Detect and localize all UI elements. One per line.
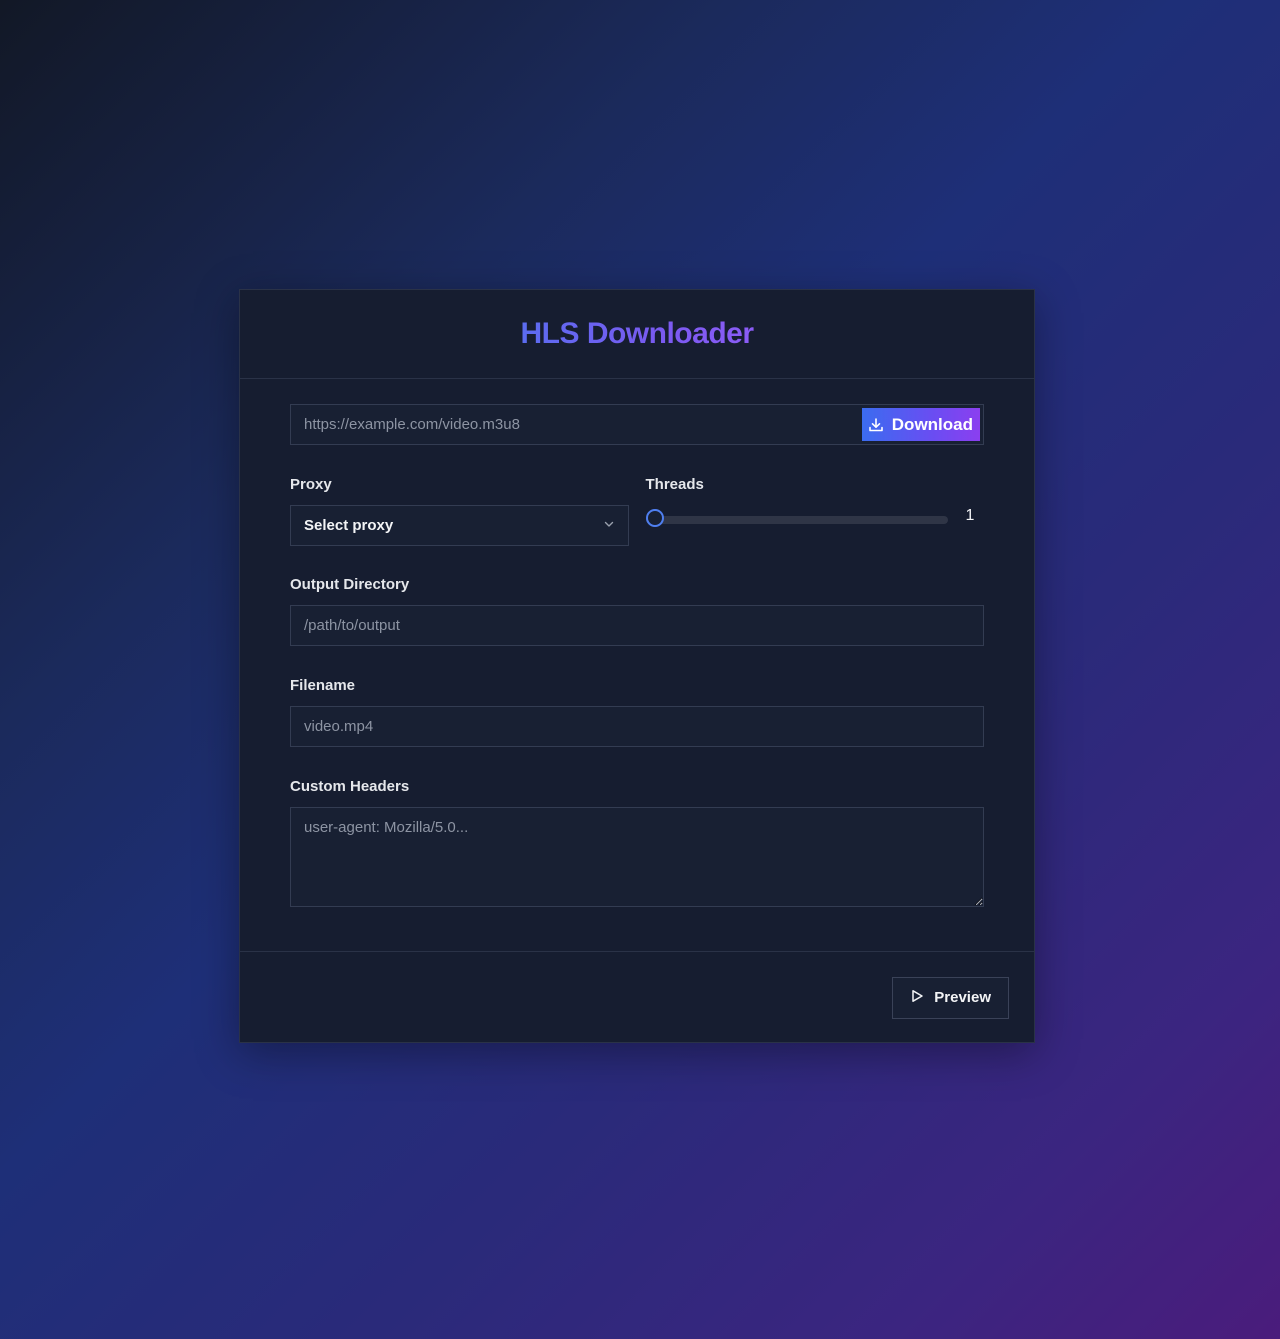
proxy-select[interactable]: Select proxy [290, 505, 629, 546]
output-directory-field: Output Directory [290, 575, 984, 646]
preview-button[interactable]: Preview [892, 976, 1009, 1019]
url-bar: Download [290, 404, 984, 445]
proxy-label: Proxy [290, 476, 332, 493]
download-button-label: Download [891, 414, 973, 434]
card-footer: Preview [240, 952, 1034, 1043]
custom-headers-field: Custom Headers [290, 777, 984, 907]
threads-slider-track[interactable] [645, 516, 948, 524]
filename-label: Filename [290, 677, 356, 694]
url-input[interactable] [291, 405, 862, 444]
threads-slider-thumb[interactable] [645, 509, 664, 527]
card-header: HLS Downloader [240, 290, 1034, 379]
filename-field: Filename [290, 676, 984, 747]
proxy-threads-row: Proxy Select proxy Threads 1 [290, 475, 985, 546]
play-icon [910, 989, 924, 1007]
threads-field: Threads 1 [645, 475, 985, 546]
download-button[interactable]: Download [861, 408, 980, 441]
filename-input[interactable] [290, 706, 984, 747]
proxy-field: Proxy Select proxy [290, 475, 629, 546]
download-icon [868, 417, 884, 433]
downloader-card: HLS Downloader Download Proxy Selec [239, 289, 1035, 1043]
preview-button-label: Preview [934, 989, 991, 1006]
threads-value: 1 [965, 507, 975, 524]
chevron-down-icon [603, 517, 615, 535]
app-title: HLS Downloader [520, 317, 754, 350]
output-directory-label: Output Directory [290, 576, 410, 593]
custom-headers-label: Custom Headers [290, 778, 410, 795]
output-directory-input[interactable] [290, 605, 984, 646]
card-body: Download Proxy Select proxy Threads [240, 379, 1034, 952]
custom-headers-textarea[interactable] [290, 807, 984, 907]
proxy-select-value: Select proxy [304, 517, 394, 534]
threads-label: Threads [645, 476, 704, 493]
threads-slider[interactable]: 1 [645, 505, 985, 546]
